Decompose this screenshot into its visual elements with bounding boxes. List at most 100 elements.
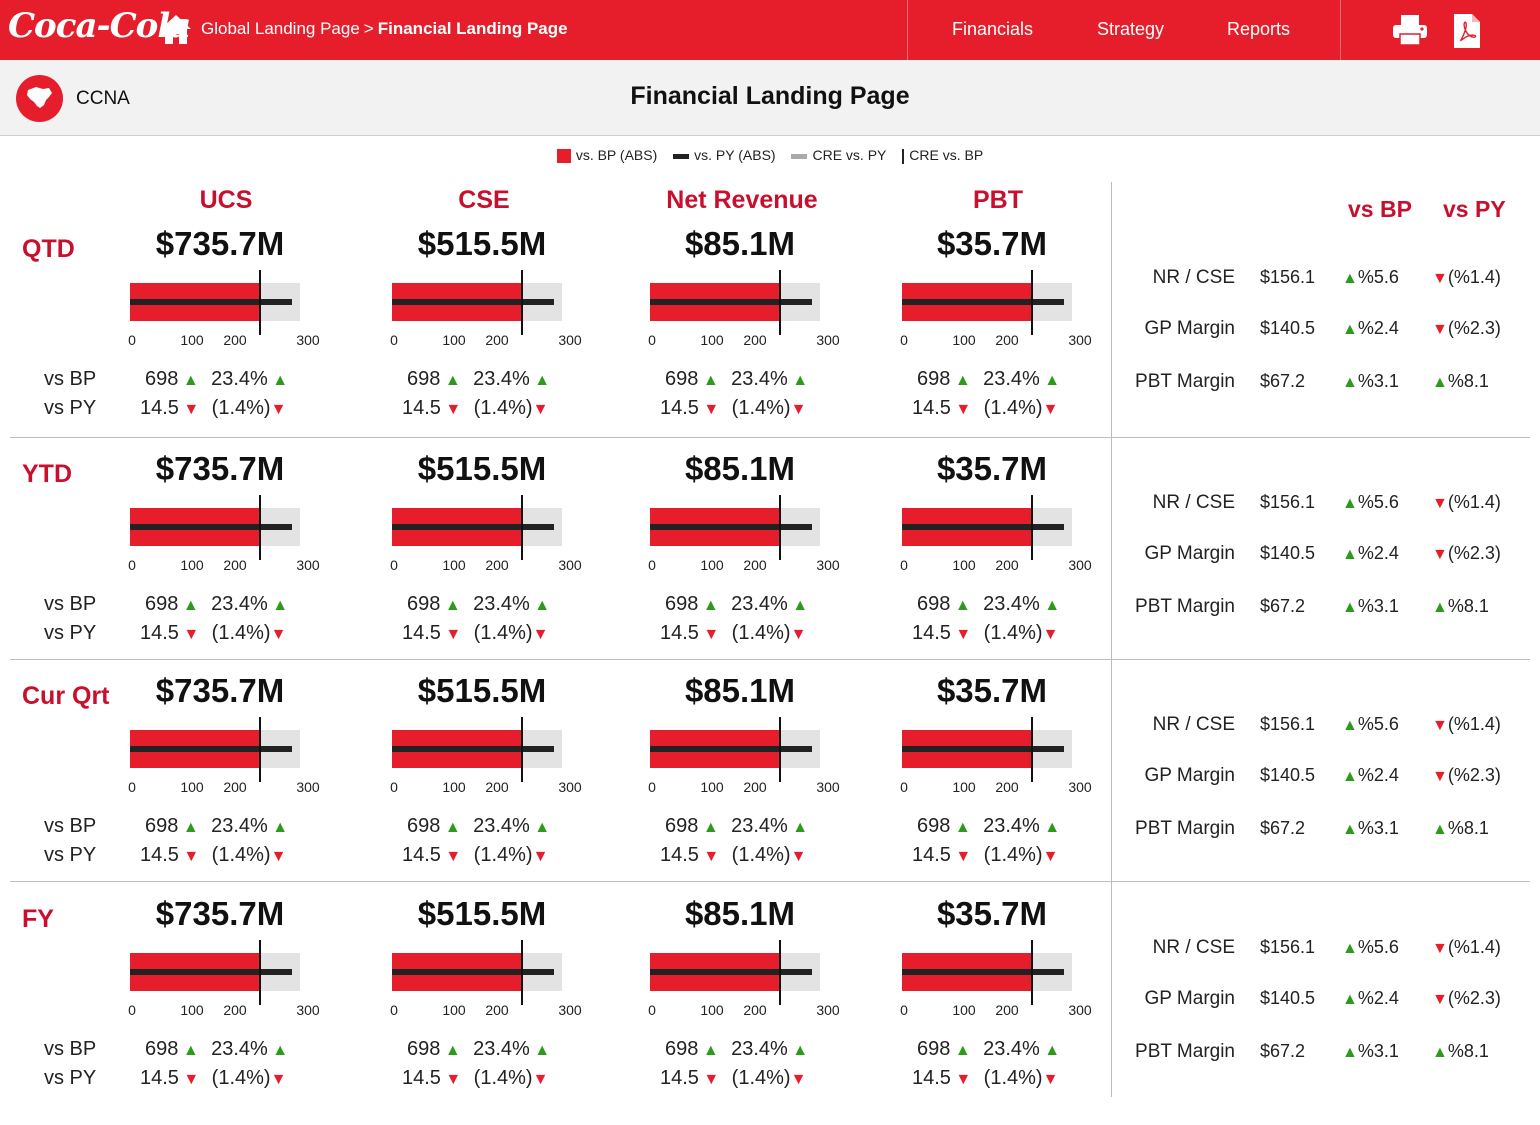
kpi-vs-bp-value: %2.4 <box>1357 543 1399 563</box>
vs-py-values: 14.5 ▼ (1.4%)▼ <box>402 1067 548 1090</box>
up-arrow-icon: ▲ <box>950 372 976 389</box>
axis-tick-label: 0 <box>390 557 398 573</box>
down-arrow-icon: ▼ <box>270 401 287 418</box>
down-arrow-icon: ▼ <box>532 1071 549 1088</box>
axis-tick-label: 300 <box>558 557 582 573</box>
vs-bp-values: 698 ▲ 23.4% ▲ <box>917 815 1060 838</box>
kpi-vs-py: ▼(%2.3) <box>1432 543 1501 564</box>
up-arrow-icon: ▲ <box>178 372 204 389</box>
axis-tick-label: 300 <box>296 779 320 795</box>
bullet-chart: 0 100 200 300 <box>900 270 1092 348</box>
up-arrow-icon: ▲ <box>178 597 204 614</box>
metric-value: $85.1M <box>684 225 796 262</box>
nav-reports[interactable]: Reports <box>1227 19 1290 40</box>
row-label-vs-bp: vs BP <box>44 368 97 390</box>
legend-swatch-black <box>673 153 690 159</box>
axis-tick-label: 200 <box>485 557 509 573</box>
kpi-vs-bp: ▲%5.6 <box>1342 492 1399 513</box>
nav-financials[interactable]: Financials <box>952 19 1033 40</box>
kpi-vs-py-value: (%2.3) <box>1447 765 1501 785</box>
top-bar: Coca-Cola Global Landing Page > Financial … <box>0 0 1540 60</box>
vs-py-values: 14.5 ▼ (1.4%)▼ <box>912 844 1058 867</box>
column-header-vs-py: vs PY <box>1443 196 1506 222</box>
period-section: FY vs BP vs PY $735.7M 0 100 200 300 698 ▲ 23.4%… <box>0 895 1540 1125</box>
down-arrow-icon: ▼ <box>1432 991 1448 1008</box>
up-arrow-icon: ▲ <box>698 372 724 389</box>
up-arrow-icon: ▲ <box>1039 372 1061 389</box>
vs-py-bar <box>392 299 554 305</box>
axis-tick-label: 0 <box>900 1002 908 1018</box>
bullet-chart: 0 100 200 300 <box>390 270 582 348</box>
down-arrow-icon: ▼ <box>790 1071 807 1088</box>
vs-bp-abs: 698 <box>407 815 441 837</box>
metric-card: $515.5M 0 100 200 300 698 ▲ 23.4% ▲ 14.5 ▼ (1.… <box>382 672 642 882</box>
down-arrow-icon: ▼ <box>270 626 287 643</box>
up-arrow-icon: ▲ <box>1342 321 1358 338</box>
down-arrow-icon: ▼ <box>440 848 466 865</box>
column-header-net-revenue: Net Revenue <box>666 186 818 214</box>
axis-tick-label: 200 <box>223 557 247 573</box>
down-arrow-icon: ▼ <box>532 626 549 643</box>
kpi-label: NR / CSE <box>1152 714 1235 735</box>
kpi-vs-bp-value: %5.6 <box>1357 937 1399 957</box>
up-arrow-icon: ▲ <box>787 372 809 389</box>
up-arrow-icon: ▲ <box>1039 1042 1061 1059</box>
axis-tick-label: 100 <box>700 332 724 348</box>
nav-strategy[interactable]: Strategy <box>1097 19 1164 40</box>
kpi-vs-py-value: %8.1 <box>1447 596 1489 616</box>
bullet-chart: 0 100 200 300 <box>900 940 1092 1018</box>
nav-divider <box>907 0 908 60</box>
up-arrow-icon: ▲ <box>1342 599 1358 616</box>
vs-bp-values: 698 ▲ 23.4% ▲ <box>665 593 808 616</box>
kpi-vs-py-value: %8.1 <box>1447 818 1489 838</box>
home-icon[interactable] <box>158 11 194 47</box>
vs-py-abs: 14.5 <box>912 844 951 866</box>
axis-tick-label: 200 <box>995 557 1019 573</box>
vs-bp-pct: 23.4% <box>983 815 1040 837</box>
vs-bp-pct: 23.4% <box>473 593 530 615</box>
down-arrow-icon: ▼ <box>1042 626 1059 643</box>
up-arrow-icon: ▲ <box>178 1042 204 1059</box>
down-arrow-icon: ▼ <box>1432 940 1448 957</box>
metric-value: $35.7M <box>936 672 1048 709</box>
page-title: Financial Landing Page <box>630 82 910 110</box>
vs-bp-abs: 698 <box>665 368 699 390</box>
kpi-vs-bp: ▲%3.1 <box>1342 596 1399 617</box>
vs-bp-abs: 698 <box>407 368 441 390</box>
breadcrumb-home[interactable]: Global Landing Page <box>201 19 360 38</box>
down-arrow-icon: ▼ <box>950 1071 976 1088</box>
kpi-vs-bp: ▲%5.6 <box>1342 267 1399 288</box>
down-arrow-icon: ▼ <box>698 1071 724 1088</box>
metric-value: $35.7M <box>936 450 1048 487</box>
period-section: QTD vs BP vs PY $735.7M 0 100 200 300 698 ▲ 23.4… <box>0 225 1540 455</box>
legend-item-vs-py: vs. PY (ABS) <box>673 147 776 163</box>
bullet-chart: 0 100 200 300 <box>648 717 840 795</box>
axis-tick-label: 0 <box>390 1002 398 1018</box>
up-arrow-icon: ▲ <box>698 819 724 836</box>
bullet-chart: 0 100 200 300 <box>900 717 1092 795</box>
bullet-chart: 0 100 200 300 <box>648 495 840 573</box>
kpi-vs-bp: ▲%3.1 <box>1342 1041 1399 1062</box>
vs-py-values: 14.5 ▼ (1.4%)▼ <box>402 844 548 867</box>
vs-bp-abs: 698 <box>665 815 699 837</box>
axis-tick-label: 300 <box>816 1002 840 1018</box>
vs-py-bar <box>902 299 1064 305</box>
axis-tick-label: 300 <box>1068 779 1092 795</box>
up-arrow-icon: ▲ <box>698 1042 724 1059</box>
down-arrow-icon: ▼ <box>270 848 287 865</box>
legend-item-cre-vs-bp: CRE vs. BP <box>902 147 983 164</box>
kpi-vs-py-value: %8.1 <box>1447 1041 1489 1061</box>
kpi-label: NR / CSE <box>1152 937 1235 958</box>
pdf-icon[interactable] <box>1453 13 1481 49</box>
kpi-label: PBT Margin <box>1135 1041 1235 1062</box>
vs-py-abs: 14.5 <box>660 1067 699 1089</box>
vs-py-pct: (1.4%) <box>211 397 271 419</box>
vs-py-pct: (1.4%) <box>211 622 271 644</box>
axis-tick-label: 200 <box>485 332 509 348</box>
vs-bp-abs: 698 <box>145 1038 179 1060</box>
vs-py-abs: 14.5 <box>912 397 951 419</box>
metric-card: $735.7M 0 100 200 300 698 ▲ 23.4% ▲ 14.5 ▼ (1.… <box>120 895 380 1105</box>
down-arrow-icon: ▼ <box>1432 546 1448 563</box>
kpi-vs-bp-value: %2.4 <box>1357 765 1399 785</box>
print-icon[interactable] <box>1392 14 1428 46</box>
